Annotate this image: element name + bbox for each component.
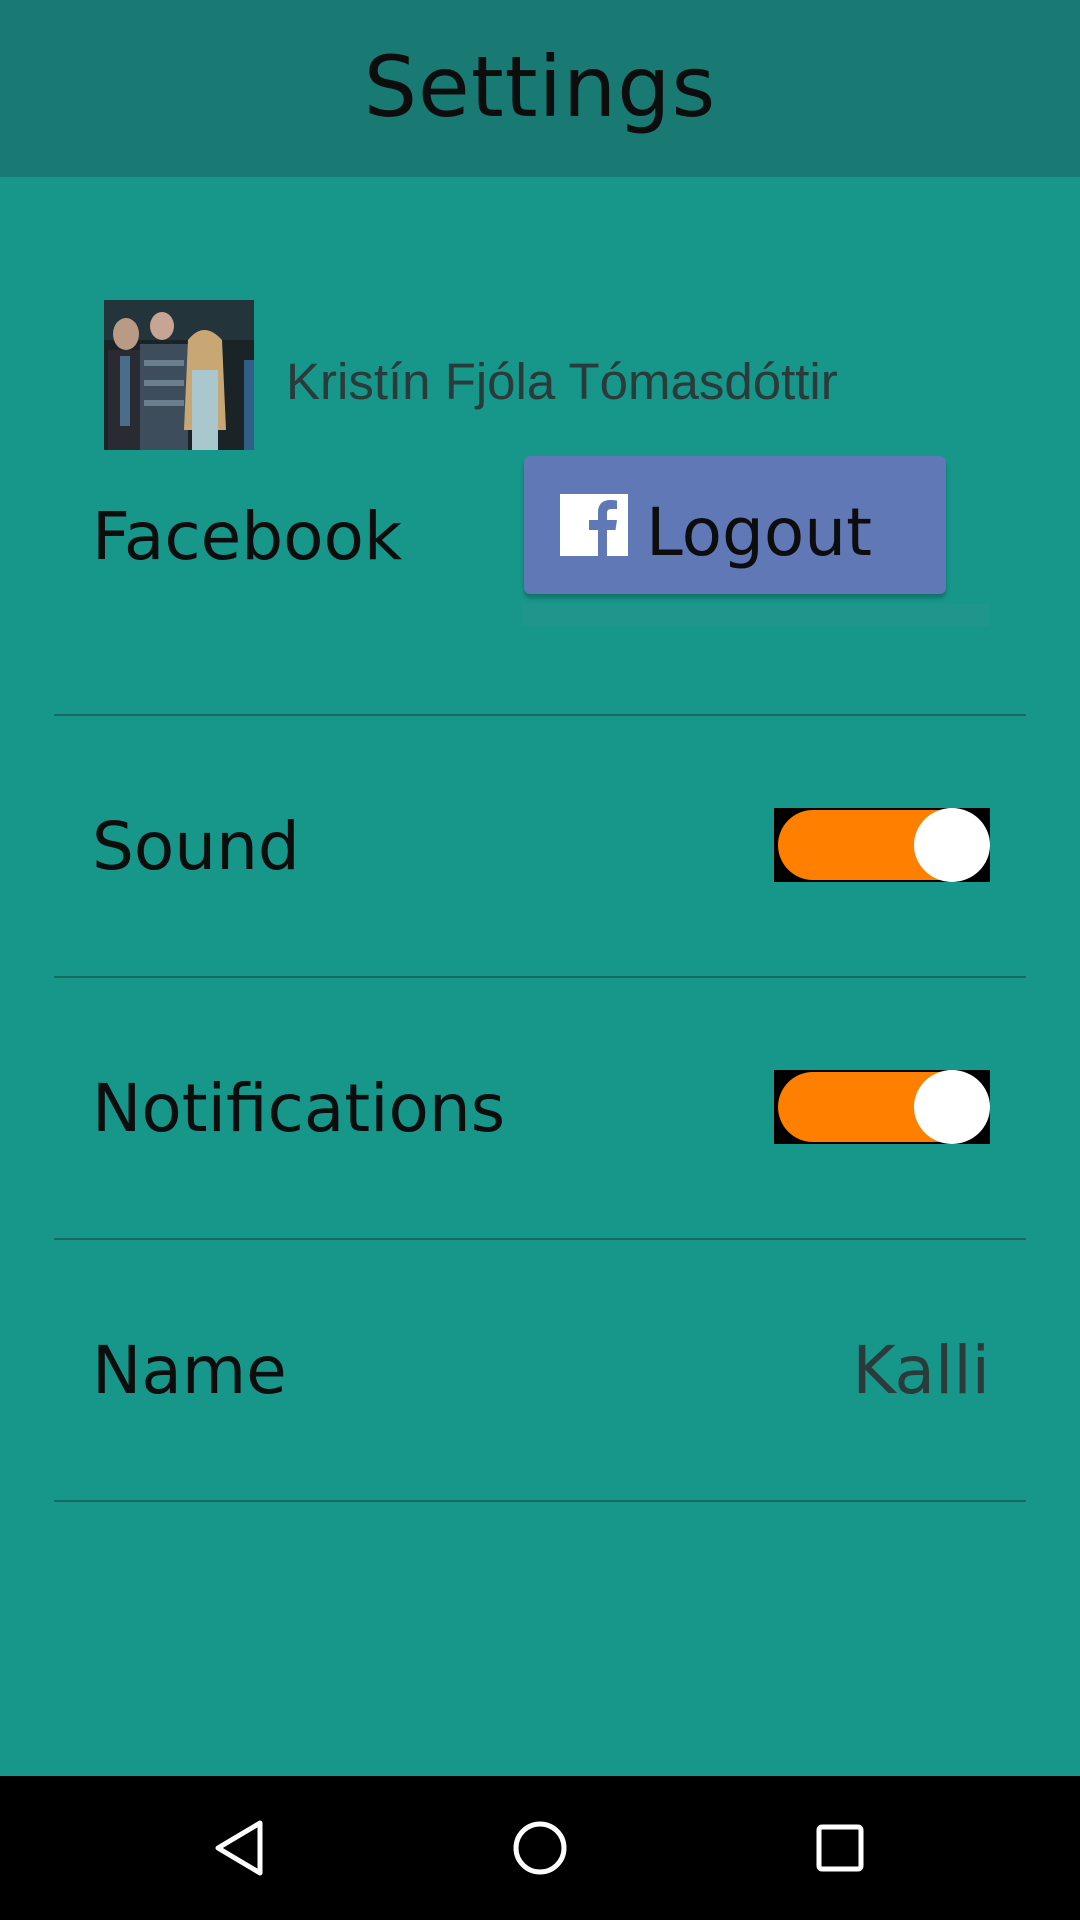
divider xyxy=(54,1238,1026,1240)
toggle-knob xyxy=(914,808,990,882)
notifications-toggle[interactable] xyxy=(774,1070,990,1144)
page-title: Settings xyxy=(363,37,717,136)
settings-screen: Settings Kristín Fjóla Tómasdóttir Faceb… xyxy=(0,0,1080,1920)
recents-icon xyxy=(816,1824,864,1872)
facebook-icon xyxy=(560,494,628,556)
back-icon xyxy=(215,1820,263,1876)
logout-button-shadow xyxy=(522,604,990,626)
facebook-logout-button[interactable]: Logout xyxy=(524,456,946,594)
name-label: Name xyxy=(92,1332,287,1409)
home-button[interactable] xyxy=(460,1776,620,1920)
toggle-knob xyxy=(914,1070,990,1144)
navigation-bar xyxy=(0,1776,1080,1920)
notifications-label: Notifications xyxy=(92,1070,506,1147)
sound-label: Sound xyxy=(92,808,300,885)
logout-label: Logout xyxy=(646,493,872,571)
sound-toggle[interactable] xyxy=(774,808,990,882)
recents-button[interactable] xyxy=(760,1776,920,1920)
app-bar: Settings xyxy=(0,0,1080,177)
profile-photo xyxy=(104,300,254,450)
facebook-label: Facebook xyxy=(92,498,403,575)
profile-name: Kristín Fjóla Tómasdóttir xyxy=(286,353,838,410)
divider xyxy=(54,1500,1026,1502)
back-button[interactable] xyxy=(160,1776,320,1920)
home-icon xyxy=(513,1821,567,1875)
divider xyxy=(54,976,1026,978)
name-value[interactable]: Kalli xyxy=(852,1332,990,1409)
divider xyxy=(54,714,1026,716)
